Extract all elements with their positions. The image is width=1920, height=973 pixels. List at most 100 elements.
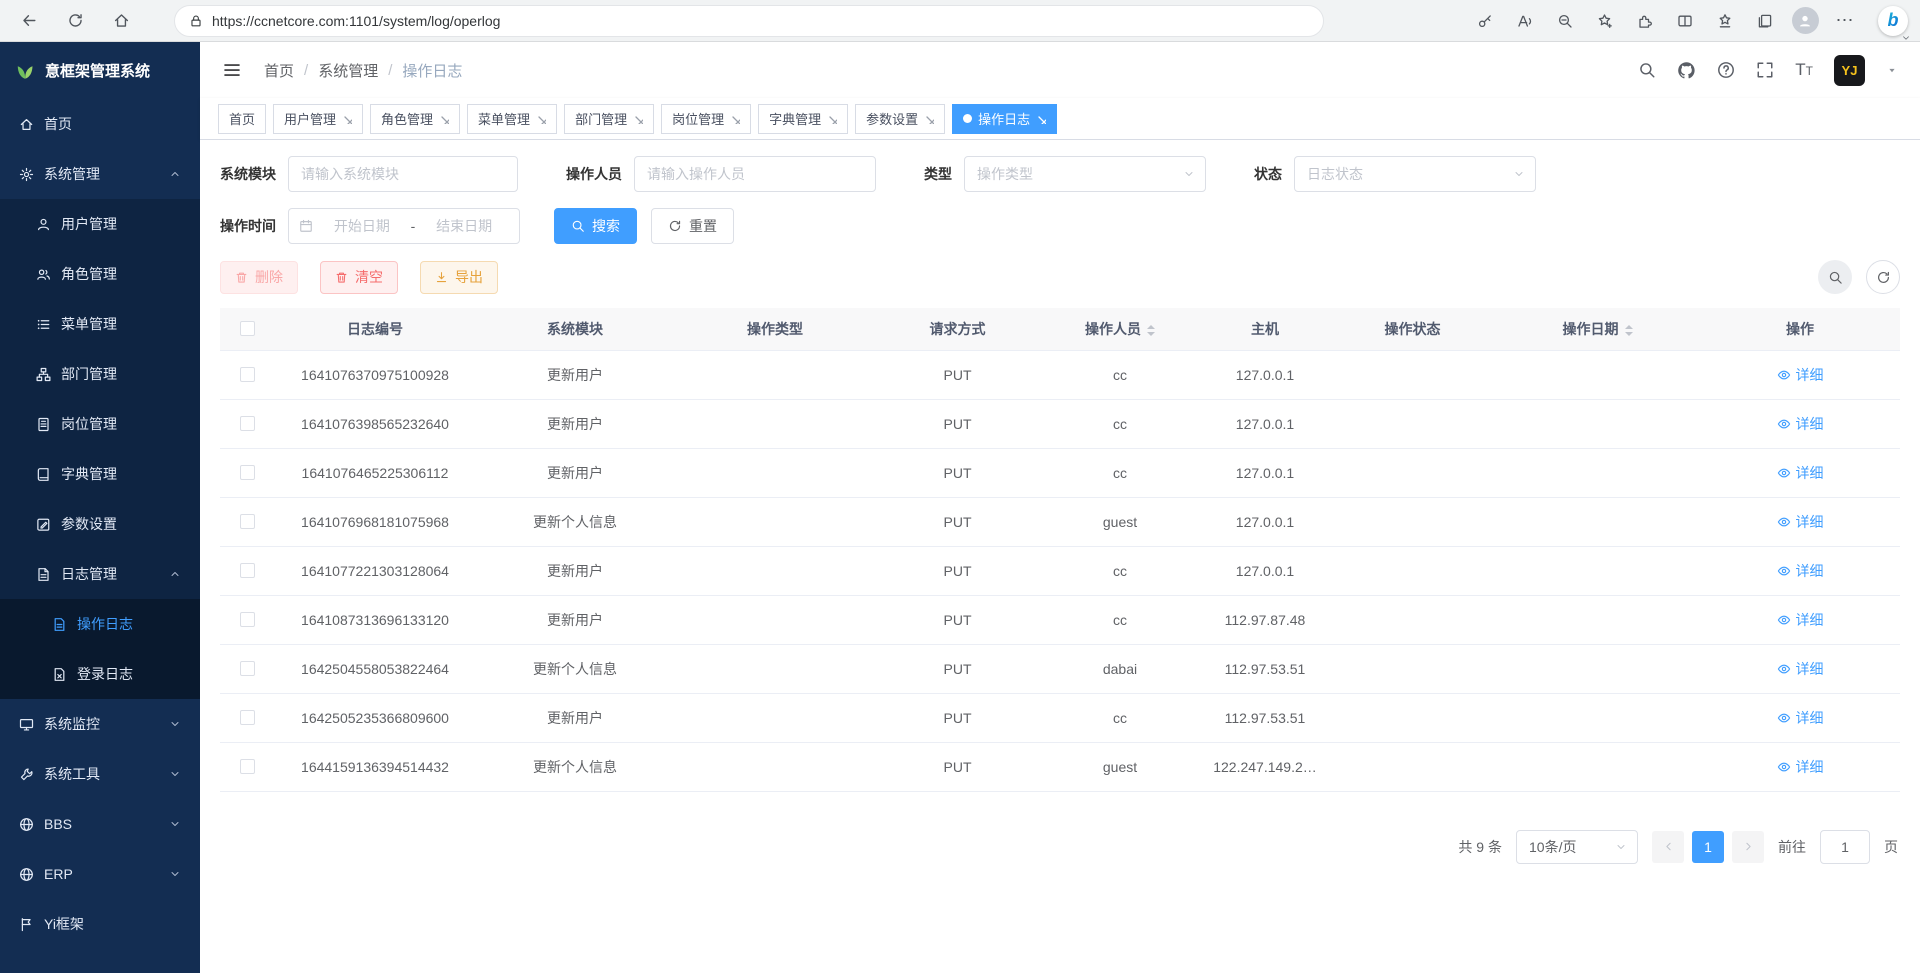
sort-caret-icon[interactable] [1625,325,1633,336]
github-icon[interactable] [1677,61,1696,80]
tab-dictionary-management[interactable]: 字典管理 [758,104,848,134]
split-screen-icon[interactable] [1668,4,1702,38]
search-button[interactable]: 搜索 [554,208,637,244]
detail-link[interactable]: 详细 [1777,463,1824,483]
detail-link[interactable]: 详细 [1777,659,1824,679]
page-number-button[interactable]: 1 [1692,831,1724,863]
goto-page-input[interactable] [1820,830,1870,864]
detail-link[interactable]: 详细 [1777,708,1824,728]
row-checkbox[interactable] [240,612,255,627]
type-select[interactable]: 操作类型 [964,156,1206,192]
detail-link[interactable]: 详细 [1777,757,1824,777]
tab-parameter-settings[interactable]: 参数设置 [855,104,945,134]
read-aloud-icon[interactable] [1508,4,1542,38]
tab-close-icon[interactable] [633,114,643,124]
browser-back-button[interactable] [12,4,46,38]
sidebar-item-post-management[interactable]: 岗位管理 [0,399,200,449]
password-key-icon[interactable] [1468,4,1502,38]
extensions-icon[interactable] [1628,4,1662,38]
next-page-button[interactable] [1732,831,1764,863]
detail-link[interactable]: 详细 [1777,512,1824,532]
detail-link[interactable]: 详细 [1777,610,1824,630]
sidebar-item-operation-log[interactable]: 操作日志 [0,599,200,649]
add-favorite-icon[interactable] [1588,4,1622,38]
operator-input[interactable] [634,156,876,192]
row-checkbox[interactable] [240,563,255,578]
date-range-picker[interactable]: 开始日期 - 结束日期 [288,208,520,244]
profile-avatar[interactable] [1788,4,1822,38]
sidebar-item-menu-management[interactable]: 菜单管理 [0,299,200,349]
sidebar-item-log-management[interactable]: 日志管理 [0,549,200,599]
sidebar-item-home[interactable]: 首页 [0,99,200,149]
tab-close-icon[interactable] [536,114,546,124]
tab-role-management[interactable]: 角色管理 [370,104,460,134]
sidebar-item-role-management[interactable]: 角色管理 [0,249,200,299]
tab-close-icon[interactable] [342,114,352,124]
zoom-out-icon[interactable] [1548,4,1582,38]
address-bar[interactable]: https://ccnetcore.com:1101/system/log/op… [174,5,1324,37]
sidebar-item-yi-framework[interactable]: Yi框架 [0,899,200,949]
sidebar-item-login-log[interactable]: 登录日志 [0,649,200,699]
sidebar-item-user-management[interactable]: 用户管理 [0,199,200,249]
show-search-button[interactable] [1818,260,1852,294]
sidebar-item-system-management[interactable]: 系统管理 [0,149,200,199]
search-icon[interactable] [1638,61,1656,79]
tab-close-icon[interactable] [730,114,740,124]
status-select[interactable]: 日志状态 [1294,156,1536,192]
font-size-icon[interactable]: TT [1795,60,1813,80]
header-date-sortable[interactable]: 操作日期 [1495,308,1700,350]
row-checkbox[interactable] [240,514,255,529]
chevron-down-icon[interactable] [1886,64,1898,76]
row-checkbox[interactable] [240,759,255,774]
chevron-down-icon[interactable] [1901,33,1911,43]
detail-link[interactable]: 详细 [1777,414,1824,434]
tab-user-management[interactable]: 用户管理 [273,104,363,134]
tab-home[interactable]: 首页 [218,104,266,134]
detail-link[interactable]: 详细 [1777,561,1824,581]
clear-button[interactable]: 清空 [320,261,398,294]
row-checkbox[interactable] [240,416,255,431]
breadcrumb-home[interactable]: 首页 [264,60,294,81]
user-avatar[interactable]: YJ [1834,55,1865,86]
favorites-icon[interactable] [1708,4,1742,38]
refresh-table-button[interactable] [1866,260,1900,294]
prev-page-button[interactable] [1652,831,1684,863]
tab-menu-management[interactable]: 菜单管理 [467,104,557,134]
browser-home-button[interactable] [104,4,138,38]
sidebar-item-dictionary-management[interactable]: 字典管理 [0,449,200,499]
sidebar-toggle-icon[interactable] [222,60,242,80]
select-all-checkbox[interactable] [240,321,255,336]
browser-refresh-button[interactable] [58,4,92,38]
row-checkbox[interactable] [240,710,255,725]
delete-button[interactable]: 删除 [220,261,298,294]
sidebar-item-parameter-settings[interactable]: 参数设置 [0,499,200,549]
sidebar-item-bbs[interactable]: BBS [0,799,200,849]
export-button[interactable]: 导出 [420,261,498,294]
copilot-bing-button[interactable]: b [1878,6,1908,36]
sidebar-item-system-monitoring[interactable]: 系统监控 [0,699,200,749]
tab-close-icon[interactable] [1036,114,1046,124]
module-input[interactable] [288,156,518,192]
tab-post-management[interactable]: 岗位管理 [661,104,751,134]
tab-close-icon[interactable] [439,114,449,124]
tab-operation-log[interactable]: 操作日志 [952,104,1057,134]
collections-icon[interactable] [1748,4,1782,38]
row-checkbox[interactable] [240,465,255,480]
detail-link[interactable]: 详细 [1777,365,1824,385]
header-operator-sortable[interactable]: 操作人员 [1040,308,1200,350]
row-checkbox[interactable] [240,367,255,382]
sidebar-item-erp[interactable]: ERP [0,849,200,899]
fullscreen-icon[interactable] [1756,61,1774,79]
help-icon[interactable] [1717,61,1735,79]
tab-close-icon[interactable] [924,114,934,124]
sidebar-item-department-management[interactable]: 部门管理 [0,349,200,399]
sort-caret-icon[interactable] [1147,325,1155,336]
sidebar-item-system-tools[interactable]: 系统工具 [0,749,200,799]
reset-button[interactable]: 重置 [651,208,734,244]
tab-close-icon[interactable] [827,114,837,124]
page-size-select[interactable]: 10条/页 [1516,830,1638,864]
breadcrumb-system[interactable]: 系统管理 [318,60,378,81]
row-checkbox[interactable] [240,661,255,676]
tab-department-management[interactable]: 部门管理 [564,104,654,134]
browser-menu-icon[interactable]: ⋯ [1828,4,1862,38]
